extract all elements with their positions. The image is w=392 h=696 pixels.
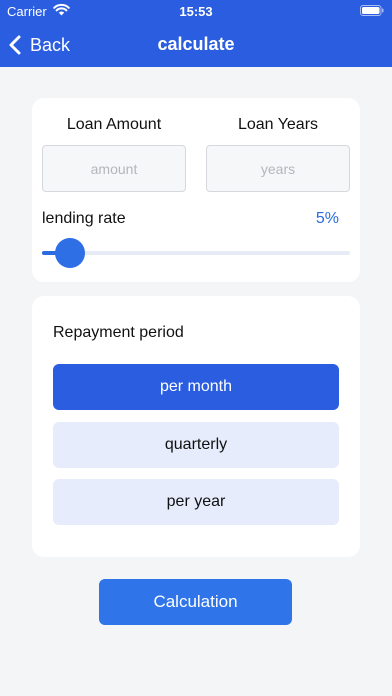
period-option-per-year[interactable]: per year bbox=[53, 479, 339, 525]
app-header: Carrier 15:53 Back calculate bbox=[0, 0, 392, 67]
nav-bar: Back calculate bbox=[0, 22, 392, 67]
loan-amount-label: Loan Amount bbox=[66, 116, 162, 133]
loan-amount-input[interactable] bbox=[42, 145, 186, 192]
repayment-period-card: Repayment period per month quarterly per… bbox=[32, 296, 360, 557]
status-bar: Carrier 15:53 bbox=[0, 0, 392, 22]
loan-card: Loan Amount Loan Years lending rate 5% bbox=[32, 98, 360, 282]
battery-icon bbox=[360, 5, 384, 16]
page-title: calculate bbox=[157, 34, 235, 54]
lending-rate-slider[interactable] bbox=[42, 238, 350, 268]
repayment-period-title: Repayment period bbox=[53, 324, 184, 341]
period-option-label: per year bbox=[166, 493, 226, 510]
loan-years-label: Loan Years bbox=[237, 116, 319, 133]
period-option-quarterly[interactable]: quarterly bbox=[53, 422, 339, 468]
slider-thumb[interactable] bbox=[54, 238, 85, 268]
status-time: 15:53 bbox=[179, 4, 213, 19]
period-option-per-month[interactable]: per month bbox=[53, 364, 339, 410]
slider-track bbox=[42, 251, 350, 255]
lending-rate-label: lending rate bbox=[42, 210, 126, 227]
calculate-button-label: Calculation bbox=[153, 592, 238, 611]
period-option-label: per month bbox=[159, 378, 233, 395]
period-option-label: quarterly bbox=[164, 436, 228, 453]
loan-years-input[interactable] bbox=[206, 145, 350, 192]
calculate-button[interactable]: Calculation bbox=[99, 579, 292, 625]
lending-rate-value: 5% bbox=[315, 210, 339, 227]
